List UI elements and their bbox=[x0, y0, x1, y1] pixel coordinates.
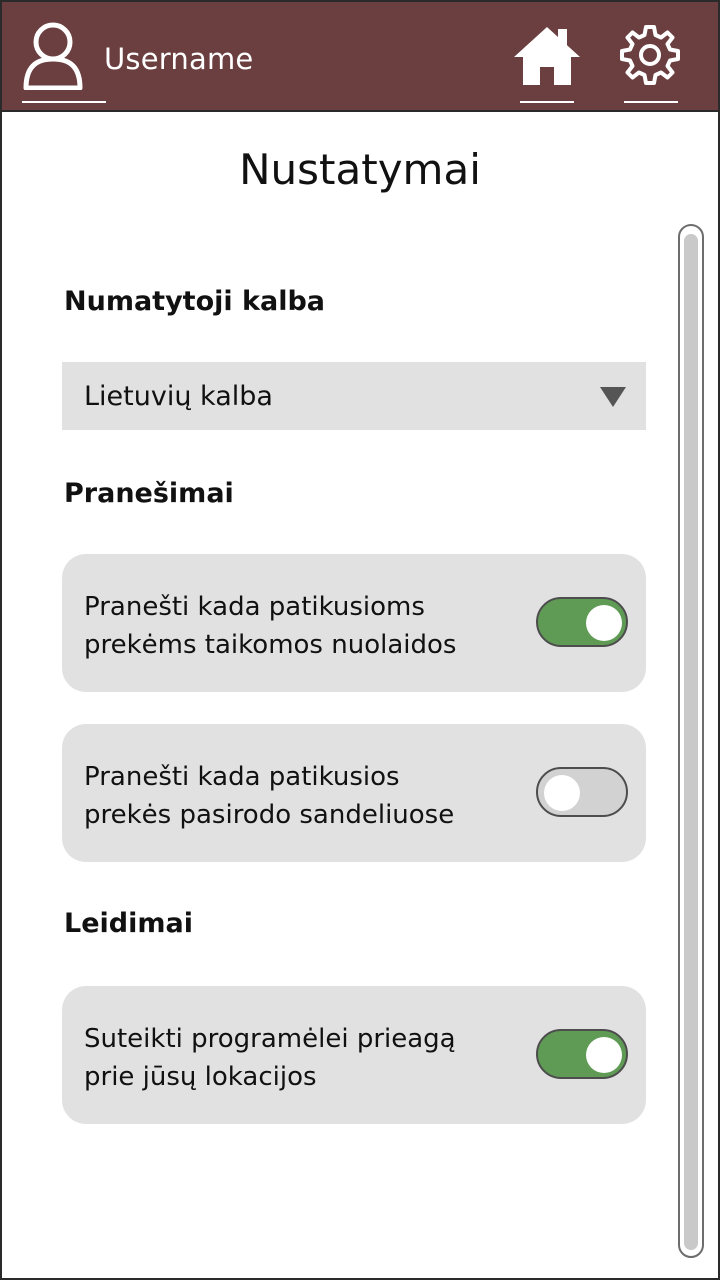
username-label: Username bbox=[104, 42, 254, 76]
home-button[interactable] bbox=[512, 24, 582, 86]
setting-description-line: prekės pasirodo sandeliuose bbox=[84, 800, 455, 830]
setting-description: Pranešti kada patikusioms prekėms taikom… bbox=[84, 588, 524, 664]
toggle-knob bbox=[586, 605, 622, 641]
stock-toggle[interactable] bbox=[536, 767, 628, 817]
toggle-knob bbox=[544, 775, 580, 811]
setting-description-line: prekėms taikomos nuolaidos bbox=[84, 630, 457, 660]
toggle-knob bbox=[586, 1037, 622, 1073]
permissions-heading: Leidimai bbox=[64, 908, 193, 939]
header-bar: Username bbox=[2, 2, 718, 112]
discounts-toggle[interactable] bbox=[536, 597, 628, 647]
user-profile[interactable]: Username bbox=[20, 20, 253, 104]
location-toggle[interactable] bbox=[536, 1029, 628, 1079]
setting-description: Suteikti programėlei prieagą prie jūsų l… bbox=[84, 1020, 524, 1096]
settings-screen: Username Nustatymai Numatytoji kalba Lie… bbox=[0, 0, 720, 1280]
scrollbar[interactable] bbox=[678, 224, 704, 1258]
setting-description-line: Pranešti kada patikusios bbox=[84, 762, 400, 792]
settings-button[interactable] bbox=[615, 24, 685, 86]
language-select-value: Lietuvių kalba bbox=[84, 380, 273, 412]
user-icon bbox=[23, 22, 83, 90]
setting-description-line: Suteikti programėlei prieagą bbox=[84, 1024, 456, 1054]
home-icon bbox=[514, 27, 580, 85]
scrollbar-thumb[interactable] bbox=[684, 234, 698, 1250]
setting-description-line: Pranešti kada patikusioms bbox=[84, 592, 425, 622]
setting-description: Pranešti kada patikusios prekės pasirodo… bbox=[84, 758, 524, 834]
chevron-down-icon bbox=[600, 387, 626, 407]
language-heading: Numatytoji kalba bbox=[64, 286, 326, 317]
setting-description-line: prie jūsų lokacijos bbox=[84, 1062, 317, 1092]
gear-icon bbox=[620, 25, 680, 85]
home-underline bbox=[520, 101, 574, 103]
settings-underline bbox=[624, 101, 678, 103]
page-title: Nustatymai bbox=[239, 145, 481, 194]
notifications-heading: Pranešimai bbox=[64, 478, 234, 509]
language-select[interactable]: Lietuvių kalba bbox=[62, 362, 646, 430]
permission-setting-location: Suteikti programėlei prieagą prie jūsų l… bbox=[62, 986, 646, 1124]
notification-setting-stock: Pranešti kada patikusios prekės pasirodo… bbox=[62, 724, 646, 862]
notification-setting-discounts: Pranešti kada patikusioms prekėms taikom… bbox=[62, 554, 646, 692]
user-underline bbox=[22, 101, 106, 103]
